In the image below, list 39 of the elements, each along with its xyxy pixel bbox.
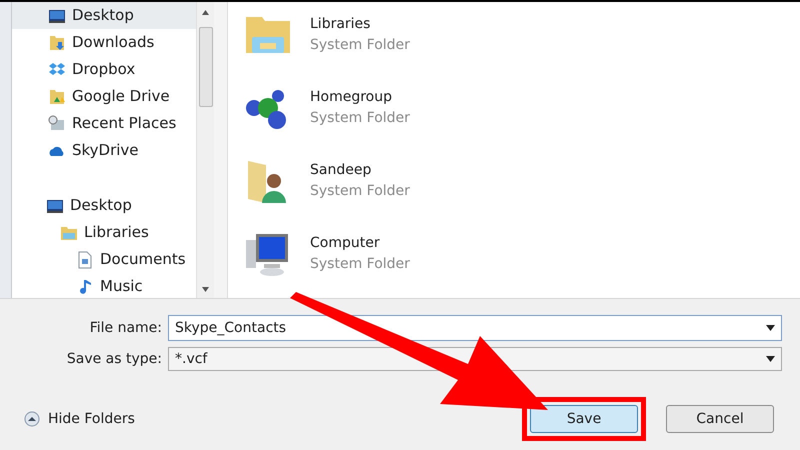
dialog-button[interactable]: Cancel (666, 405, 774, 433)
tree-item[interactable]: Music (12, 273, 196, 300)
scrollbar[interactable] (196, 2, 214, 298)
hide-folders-button[interactable]: Hide Folders (24, 408, 135, 430)
folder-item[interactable]: Sandeep System Folder (244, 156, 800, 205)
nav-item[interactable]: Downloads (12, 29, 196, 56)
nav-item[interactable]: Dropbox (12, 56, 196, 83)
folder-item[interactable]: Computer System Folder (244, 229, 800, 278)
folder-icon (48, 34, 66, 52)
item-name: Sandeep (310, 160, 372, 180)
scroll-up-icon[interactable] (202, 10, 209, 15)
file-type-label: Save as type: (66, 350, 163, 368)
nav-item[interactable]: Recent Places (12, 110, 196, 137)
item-type: System Folder (310, 254, 410, 274)
scroll-down-icon[interactable] (202, 287, 209, 292)
dialog-button[interactable]: Save (530, 405, 638, 433)
document-icon (76, 250, 94, 268)
folder-icon (48, 88, 66, 106)
tree-item[interactable]: Libraries (12, 219, 196, 246)
collapse-icon (24, 411, 40, 427)
file-name-field[interactable]: Skype_Contacts (168, 315, 782, 341)
scroll-thumb[interactable] (198, 27, 212, 107)
dropdown-icon (766, 356, 775, 362)
item-type: System Folder (310, 108, 410, 128)
nav-item[interactable]: Google Drive (12, 83, 196, 110)
item-name: Libraries (310, 14, 372, 34)
item-type: System Folder (310, 36, 410, 54)
tree-item[interactable]: Documents (12, 246, 196, 273)
item-type: System Folder (310, 182, 410, 200)
nav-item[interactable]: SkyDrive (12, 137, 196, 164)
item-name: Homegroup (310, 88, 394, 106)
dropdown-icon (766, 325, 775, 331)
folder-item[interactable]: Libraries System Folder (244, 10, 800, 59)
folder-item[interactable]: Homegroup System Folder (244, 83, 800, 132)
tree-item[interactable]: Desktop (12, 192, 196, 219)
nav-item[interactable]: Desktop (12, 2, 196, 29)
pane-splitter[interactable] (214, 2, 228, 298)
item-name: Computer (310, 234, 381, 252)
file-name-label: File name: (88, 318, 163, 338)
